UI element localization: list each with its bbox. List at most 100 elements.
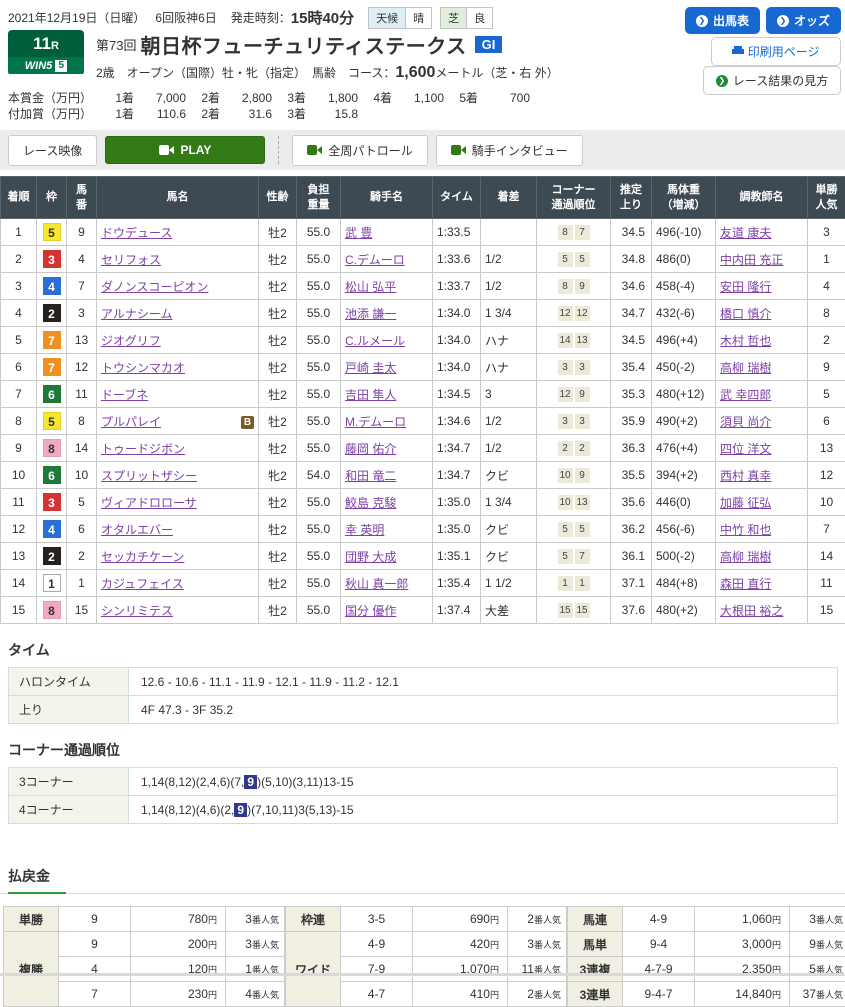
trainer-name-link[interactable]: 高柳 瑞樹 [720, 361, 771, 375]
odds-button[interactable]: ❯ オッズ [766, 7, 841, 34]
table-row: 15815シンリミテス牡255.0国分 優作1:37.4大差151537.648… [1, 597, 845, 624]
jockey-name-link[interactable]: C.デムーロ [345, 253, 405, 267]
corner-position-box: 15 [558, 603, 573, 618]
race-date: 2021年12月19日（日曜） [8, 9, 145, 26]
horse-name-link[interactable]: カジュフェイス [101, 577, 184, 591]
trainer-cell: 須貝 尚介 [716, 408, 808, 435]
frame-cell: 8 [37, 597, 67, 624]
patrol-video-button[interactable]: 全周パトロール [292, 135, 427, 166]
horse-name-link[interactable]: ドーブネ [101, 388, 148, 402]
jockey-name-link[interactable]: M.デムーロ [345, 415, 406, 429]
print-page-button[interactable]: 印刷用ページ [711, 37, 841, 66]
arrow-circle-icon: ❯ [716, 75, 728, 87]
payout-amount: 14,840円 [695, 982, 790, 1007]
last-3f-time: 35.6 [611, 489, 652, 516]
race-video-button[interactable]: レース映像 [8, 135, 97, 166]
horse-name-link[interactable]: セッカチケーン [101, 550, 184, 564]
carried-weight: 55.0 [297, 219, 341, 246]
frame-number-badge: 6 [43, 385, 61, 403]
jockey-cell: 和田 竜二 [341, 462, 433, 489]
prize-added-items: 1着110.62着31.63着15.8 [100, 106, 358, 122]
payout-popularity: 11番人気 [508, 957, 567, 982]
jockey-name-link[interactable]: C.ルメール [345, 334, 405, 348]
win-popularity: 2 [808, 327, 845, 354]
last-3f-time: 35.5 [611, 462, 652, 489]
finish-time: 1:35.0 [433, 489, 481, 516]
trainer-name-link[interactable]: 木村 哲也 [720, 334, 771, 348]
frame-cell: 7 [37, 327, 67, 354]
payout-popularity: 1番人気 [226, 957, 285, 982]
horse-name-link[interactable]: オタルエバー [101, 523, 173, 537]
horse-name-link[interactable]: ジオグリフ [101, 334, 161, 348]
jockey-name-link[interactable]: 和田 竜二 [345, 469, 396, 483]
horse-name-link[interactable]: トゥードジボン [101, 442, 185, 456]
horse-name-link[interactable]: セリフォス [101, 253, 161, 267]
trainer-name-link[interactable]: 四位 洋文 [720, 442, 771, 456]
corner-positions: 129 [537, 381, 611, 408]
corner-position-box: 5 [558, 549, 573, 564]
trainer-name-link[interactable]: 友道 康夫 [720, 226, 771, 240]
corner-position-box: 1 [575, 576, 590, 591]
jockey-name-link[interactable]: 鮫島 克駿 [345, 496, 396, 510]
trainer-name-link[interactable]: 武 幸四郎 [720, 388, 771, 402]
trainer-name-link[interactable]: 高柳 瑞樹 [720, 550, 771, 564]
carried-weight: 55.0 [297, 408, 341, 435]
trainer-name-link[interactable]: 西村 真幸 [720, 469, 771, 483]
horse-name-link[interactable]: シンリミテス [101, 604, 173, 618]
popularity-suffix: 番人気 [252, 915, 279, 925]
corner-positions: 55 [537, 246, 611, 273]
horse-name-link[interactable]: トウシンマカオ [101, 361, 185, 375]
yen-suffix: 円 [208, 940, 217, 950]
last-3f-time: 37.6 [611, 597, 652, 624]
jockey-name-link[interactable]: 国分 優作 [345, 604, 396, 618]
trainer-name-link[interactable]: 大根田 裕之 [720, 604, 783, 618]
corner-positions: 109 [537, 462, 611, 489]
jockey-cell: 団野 大成 [341, 543, 433, 570]
horse-name-link[interactable]: アルナシーム [101, 307, 173, 321]
jockey-name-link[interactable]: 秋山 真一郎 [345, 577, 408, 591]
print-page-label: 印刷用ページ [748, 45, 820, 59]
win-popularity: 1 [808, 246, 845, 273]
margin: 1 3/4 [481, 489, 537, 516]
horse-name-link[interactable]: ドウデュース [101, 226, 172, 240]
horse-name-link[interactable]: ダノンスコーピオン [101, 280, 208, 294]
weather-badge: 天候 晴 [368, 7, 432, 29]
jockey-interview-label: 騎手インタビュー [472, 142, 568, 159]
table-row: 1246オタルエバー牡255.0幸 英明1:35.0クビ5536.2456(-6… [1, 516, 845, 543]
horse-name-link[interactable]: ヴィアドロローサ [101, 496, 197, 510]
prize-value: 7,000 [134, 90, 186, 106]
jockey-name-link[interactable]: 戸崎 圭太 [345, 361, 396, 375]
jockey-cell: 国分 優作 [341, 597, 433, 624]
jockey-name-link[interactable]: 団野 大成 [345, 550, 396, 564]
jockey-name-link[interactable]: 藤岡 佑介 [345, 442, 396, 456]
video-camera-icon [307, 145, 322, 155]
win-popularity: 15 [808, 597, 845, 624]
grade-badge: GI [475, 36, 503, 53]
jockey-interview-button[interactable]: 騎手インタビュー [436, 135, 583, 166]
trainer-name-link[interactable]: 橋口 慎介 [720, 307, 771, 321]
trainer-name-link[interactable]: 森田 直行 [720, 577, 771, 591]
jockey-name-link[interactable]: 幸 英明 [345, 523, 384, 537]
trainer-name-link[interactable]: 須貝 尚介 [720, 415, 771, 429]
frame-cell: 2 [37, 300, 67, 327]
sex-age: 牡2 [259, 597, 297, 624]
entries-button[interactable]: ❯ 出馬表 [685, 7, 760, 34]
horse-name-link[interactable]: スプリットザシー [101, 469, 197, 483]
sex-age: 牡2 [259, 408, 297, 435]
trainer-name-link[interactable]: 加藤 征弘 [720, 496, 771, 510]
trainer-name-link[interactable]: 中竹 和也 [720, 523, 771, 537]
horse-name-link[interactable]: プルパレイ [101, 415, 161, 429]
prize-value: 1,100 [392, 90, 444, 106]
results-guide-button[interactable]: ❯ レース結果の見方 [703, 66, 841, 95]
jockey-name-link[interactable]: 武 豊 [345, 226, 372, 240]
trainer-name-link[interactable]: 中内田 充正 [720, 253, 783, 267]
trainer-name-link[interactable]: 安田 隆行 [720, 280, 771, 294]
payout-group-table: 単勝9780円3番人気複勝9200円3番人気4120円1番人気7230円4番人気 [3, 906, 285, 1007]
win-popularity: 7 [808, 516, 845, 543]
jockey-name-link[interactable]: 池添 謙一 [345, 307, 396, 321]
jockey-name-link[interactable]: 吉田 隼人 [345, 388, 396, 402]
finish-time: 1:35.0 [433, 516, 481, 543]
highlighted-horse-number: 9 [244, 775, 257, 789]
play-button[interactable]: PLAY [105, 136, 265, 164]
jockey-name-link[interactable]: 松山 弘平 [345, 280, 396, 294]
